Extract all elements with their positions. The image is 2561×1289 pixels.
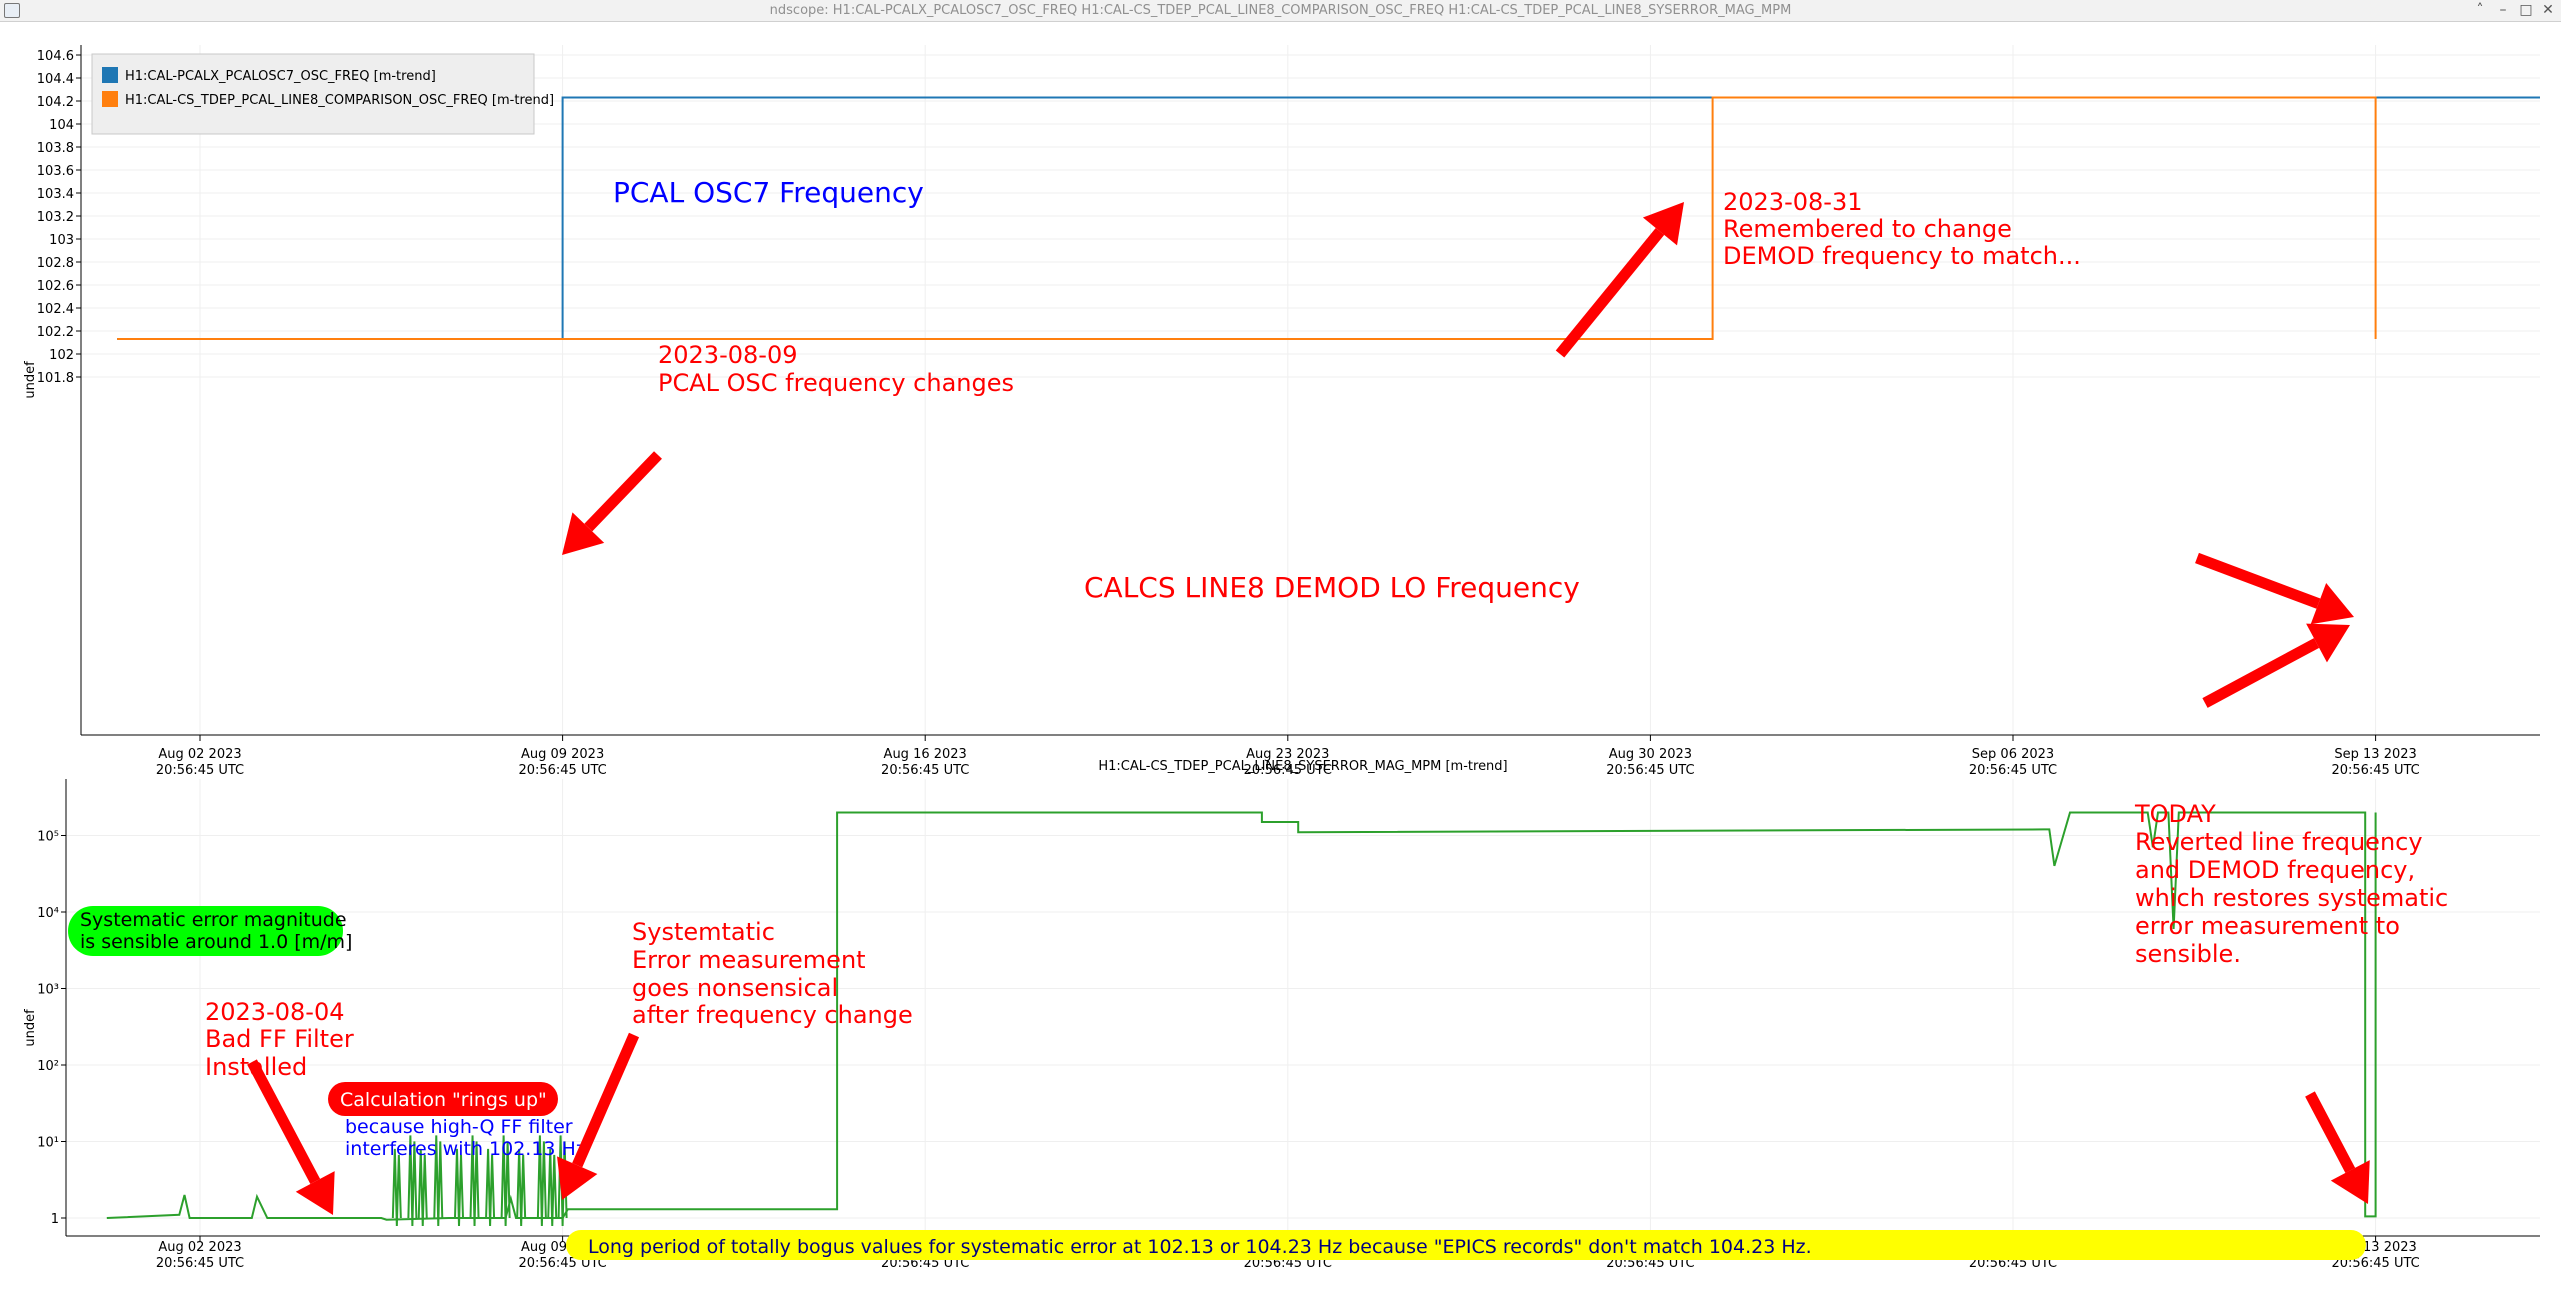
annotation-rings-up: Calculation "rings up"	[340, 1089, 547, 1111]
top-y-tick-label: 103.2	[37, 210, 74, 225]
legend-label-osc7: H1:CAL-PCALX_PCALOSC7_OSC_FREQ [m-trend]	[125, 69, 436, 84]
annotation-today-line1: Reverted line frequency	[2135, 828, 2423, 856]
bottom-x-tick-label: Aug 02 2023	[158, 1240, 241, 1255]
top-y-tick-label: 101.8	[37, 371, 74, 386]
annotation-highq-line1: because high-Q FF filter	[345, 1116, 573, 1138]
annotation-today-line3: which restores systematic	[2135, 884, 2448, 912]
annotation-pcal-osc7: PCAL OSC7 Frequency	[613, 176, 924, 209]
top-x-tick-sublabel: 20:56:45 UTC	[881, 763, 969, 778]
top-y-tick-label: 102.6	[37, 279, 74, 294]
top-y-tick-label: 103.4	[37, 187, 74, 202]
top-x-tick-sublabel: 20:56:45 UTC	[156, 763, 244, 778]
annotation-today-line5: sensible.	[2135, 940, 2241, 968]
top-x-tick-label: Aug 30 2023	[1609, 747, 1692, 762]
top-y-tick-label: 104.2	[37, 95, 74, 110]
bottom-y-tick-label: 10¹	[37, 1136, 59, 1151]
annotation-sensible-line1: Systematic error magnitude	[80, 909, 347, 931]
annotation-sensible-line2: is sensible around 1.0 [m/m]	[80, 931, 352, 953]
top-x-tick-label: Aug 02 2023	[158, 747, 241, 762]
legend-swatch-osc7	[102, 67, 118, 83]
top-x-tick-label: Sep 06 2023	[1972, 747, 2054, 762]
bottom-y-tick-label: 1	[51, 1212, 59, 1227]
annotation-aug31-line1: Remembered to change	[1723, 215, 2012, 243]
annotation-aug31-line2: DEMOD frequency to match...	[1723, 242, 2081, 270]
maximize-up-icon[interactable]: ˄	[2471, 2, 2489, 18]
top-y-tick-label: 102.2	[37, 325, 74, 340]
frequency-plot[interactable]: 104.6 104.4 104.2 104 103.8 103.6 103.4 103.2 10…	[23, 45, 2561, 778]
minimize-button[interactable]: –	[2494, 2, 2512, 18]
top-x-tick-label: Aug 09 2023	[521, 747, 604, 762]
top-x-tick-sublabel: 20:56:45 UTC	[1969, 763, 2057, 778]
top-y-tick-label: 103.8	[37, 141, 74, 156]
annotation-nonsense-line3: goes nonsensical	[632, 974, 838, 1002]
bottom-y-tick-label: 10³	[37, 983, 59, 998]
close-button[interactable]: ✕	[2539, 2, 2557, 18]
annotation-bogus-period: Long period of totally bogus values for …	[588, 1236, 1812, 1258]
annotation-calcs-demod: CALCS LINE8 DEMOD LO Frequency	[1084, 571, 1580, 604]
bottom-y-tick-label: 10⁴	[37, 906, 59, 921]
annotation-today-line2: and DEMOD frequency,	[2135, 856, 2415, 884]
legend-label-line8: H1:CAL-CS_TDEP_PCAL_LINE8_COMPARISON_OSC…	[125, 93, 554, 108]
window-titlebar: ndscope: H1:CAL-PCALX_PCALOSC7_OSC_FREQ …	[0, 0, 2561, 22]
top-x-tick-label: Aug 16 2023	[884, 747, 967, 762]
legend-swatch-line8	[102, 91, 118, 107]
top-x-tick-sublabel: 20:56:45 UTC	[1606, 763, 1694, 778]
top-y-tick-label: 104	[49, 118, 74, 133]
top-grid	[81, 45, 2540, 735]
annotation-aug09-text: PCAL OSC frequency changes	[658, 369, 1014, 397]
annotation-aug04-line1: Bad FF Filter	[205, 1025, 354, 1053]
top-x-tick-label: Sep 13 2023	[2334, 747, 2416, 762]
top-y-tick-label: 104.4	[37, 72, 74, 87]
annotation-nonsense-line2: Error measurement	[632, 946, 866, 974]
window-title: ndscope: H1:CAL-PCALX_PCALOSC7_OSC_FREQ …	[769, 3, 1792, 18]
top-y-tick-label: 102.8	[37, 256, 74, 271]
annotation-aug04-date: 2023-08-04	[205, 998, 344, 1026]
bottom-y-label: undef	[23, 1009, 38, 1047]
annotation-highq-line2: interferes with 102.13 Hz	[345, 1138, 586, 1160]
bottom-x-tick-sublabel: 20:56:45 UTC	[156, 1256, 244, 1271]
syserror-plot[interactable]: 10⁵ 10⁴ 10³ 10² 10¹ 1 Aug 02 202320:56:45 UTC…	[23, 779, 2540, 1271]
annotation-aug09-date: 2023-08-09	[658, 341, 797, 369]
top-y-tick-label: 104.6	[37, 49, 74, 64]
bottom-y-tick-label: 10²	[37, 1059, 59, 1074]
top-y-tick-label: 103.6	[37, 164, 74, 179]
legend[interactable]: H1:CAL-PCALX_PCALOSC7_OSC_FREQ [m-trend]…	[91, 53, 554, 135]
restore-button[interactable]: □	[2517, 2, 2535, 18]
bottom-plot-title: H1:CAL-CS_TDEP_PCAL_LINE8_SYSERROR_MAG_M…	[1098, 759, 1507, 774]
annotation-aug31-date: 2023-08-31	[1723, 188, 1862, 216]
ndscope-plots[interactable]: 104.6 104.4 104.2 104 103.8 103.6 103.4 103.2 10…	[0, 22, 2561, 1289]
annotation-nonsense-line1: Systemtatic	[632, 918, 775, 946]
annotation-today-line4: error measurement to	[2135, 912, 2400, 940]
top-x-tick-sublabel: 20:56:45 UTC	[2331, 763, 2419, 778]
top-y-tick-label: 103	[49, 233, 74, 248]
top-x-tick-sublabel: 20:56:45 UTC	[518, 763, 606, 778]
top-y-tick-label: 102	[49, 348, 74, 363]
annotation-today-line0: TODAY	[2134, 800, 2216, 828]
annotation-nonsense-line4: after frequency change	[632, 1001, 913, 1029]
top-y-tick-label: 102.4	[37, 302, 74, 317]
bottom-y-tick-label: 10⁵	[37, 830, 59, 845]
top-y-label: undef	[23, 361, 38, 399]
